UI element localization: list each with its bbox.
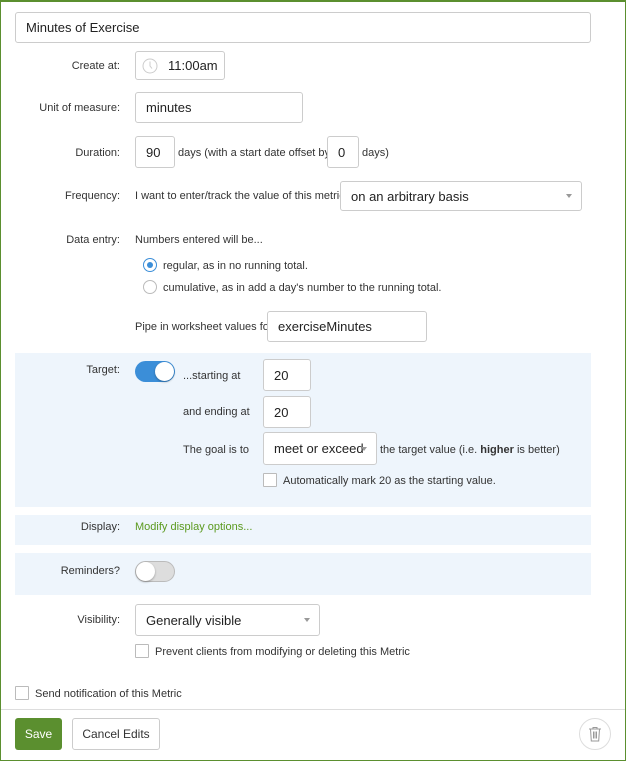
metric-title-input[interactable]: Minutes of Exercise [15,12,591,43]
duration-end-text: days) [362,147,389,159]
ending-input[interactable]: 20 [263,396,311,428]
starting-value: 20 [274,367,289,383]
goal-label: The goal is to [183,444,250,456]
data-entry-label: Data entry: [66,234,120,246]
display-label: Display: [80,521,120,533]
visibility-select[interactable]: Generally visible [135,604,320,636]
target-label: Target: [86,364,120,376]
frequency-label: Frequency: [64,190,120,202]
target-toggle[interactable] [135,361,175,382]
goal-select[interactable]: meet or exceed [263,432,377,465]
auto-mark-checkbox[interactable] [263,473,277,487]
starting-label: ...starting at [183,370,241,382]
pipe-label: Pipe in worksheet values for [135,321,273,333]
trash-icon [589,727,601,742]
duration-label: Duration: [75,147,120,159]
data-entry-intro: Numbers entered will be... [135,234,263,246]
starting-input[interactable]: 20 [263,359,311,391]
metric-title-value: Minutes of Exercise [26,20,140,35]
modify-display-link[interactable]: Modify display options... [135,521,252,533]
pipe-value: exerciseMinutes [278,319,372,334]
footer-divider [1,709,625,710]
create-at-label: Create at: [71,60,120,72]
save-button[interactable]: Save [15,718,62,750]
unit-label: Unit of measure: [39,102,120,114]
radio-regular[interactable] [143,258,157,272]
duration-days-value: 90 [146,144,161,160]
offset-days-value: 0 [338,144,346,160]
reminders-toggle[interactable] [135,561,175,582]
create-at-time-input[interactable]: 11:00am [135,51,225,80]
goal-selected: meet or exceed [274,441,364,456]
duration-mid-text: days (with a start date offset by [178,147,331,159]
radio-cumulative-label: cumulative, as in add a day's number to … [163,282,442,294]
notify-label: Send notification of this Metric [35,688,182,700]
visibility-selected: Generally visible [146,612,242,628]
pipe-input[interactable]: exerciseMinutes [267,311,427,342]
radio-regular-label: regular, as in no running total. [163,260,308,272]
delete-button[interactable] [579,718,611,750]
frequency-select[interactable]: on an arbitrary basis [340,181,582,211]
offset-days-input[interactable]: 0 [327,136,359,168]
visibility-label: Visibility: [77,614,120,626]
duration-days-input[interactable]: 90 [135,136,175,168]
radio-cumulative[interactable] [143,280,157,294]
clock-icon [142,58,158,73]
prevent-checkbox[interactable] [135,644,149,658]
frequency-selected: on an arbitrary basis [351,188,469,204]
notify-checkbox[interactable] [15,686,29,700]
ending-value: 20 [274,404,289,420]
unit-input[interactable]: minutes [135,92,303,123]
frequency-prefix: I want to enter/track the value of this … [135,190,345,202]
prevent-label: Prevent clients from modifying or deleti… [155,646,410,658]
unit-value: minutes [146,100,192,115]
create-at-value: 11:00am [168,58,218,73]
goal-suffix: the target value (i.e. higher is better) [380,444,560,456]
auto-mark-label: Automatically mark 20 as the starting va… [283,475,496,487]
reminders-label: Reminders? [60,565,120,577]
ending-label: and ending at [183,406,250,418]
cancel-edits-button[interactable]: Cancel Edits [72,718,160,750]
